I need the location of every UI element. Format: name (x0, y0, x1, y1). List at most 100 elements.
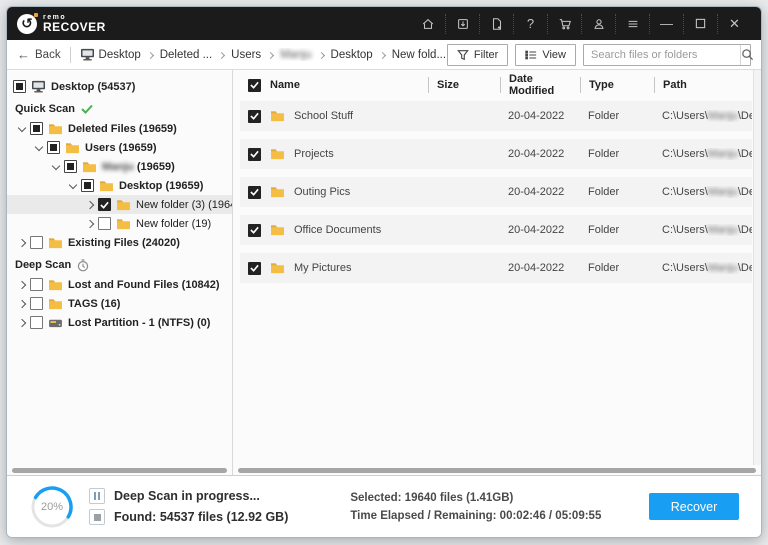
tree-item[interactable]: Lost and Found Files (10842) (7, 275, 232, 294)
collapse-chevron-icon[interactable] (69, 180, 77, 188)
tree-item[interactable]: Existing Files (24020) (7, 233, 232, 252)
file-date: 20-04-2022 (500, 110, 580, 122)
file-row[interactable]: School Stuff20-04-2022FolderC:\Users\Man… (240, 101, 752, 131)
checkbox-checked[interactable] (248, 224, 261, 237)
tree-item[interactable]: Desktop (19659) (7, 176, 232, 195)
folder-icon (270, 262, 285, 274)
expand-chevron-icon[interactable] (18, 299, 26, 307)
folder-icon (270, 148, 285, 160)
checkbox-partial[interactable] (30, 122, 43, 135)
tree-item[interactable]: Desktop (54537) (7, 77, 232, 96)
checkbox-checked[interactable] (248, 186, 261, 199)
selection-summary: Selected: 19640 files (1.41GB) Time Elap… (350, 492, 601, 522)
checkbox-empty[interactable] (30, 236, 43, 249)
save-session-icon[interactable] (445, 14, 479, 34)
checkbox-partial[interactable] (81, 179, 94, 192)
table-vscrollbar[interactable] (753, 70, 761, 465)
search-input[interactable] (584, 45, 740, 65)
search-box (583, 44, 751, 66)
file-row[interactable]: Outing Pics20-04-2022FolderC:\Users\Manj… (240, 177, 752, 207)
scrollbar-thumb[interactable] (12, 468, 227, 473)
tree-item[interactable]: Deleted Files (19659) (7, 119, 232, 138)
back-arrow-icon: ← (17, 47, 30, 62)
column-path[interactable]: Path (654, 77, 752, 93)
checkbox-checked[interactable] (248, 148, 261, 161)
file-row[interactable]: My Pictures20-04-2022FolderC:\Users\Manj… (240, 253, 752, 283)
back-button[interactable]: ← Back (17, 47, 61, 62)
file-name: Projects (294, 148, 334, 160)
tree-item[interactable]: Lost Partition - 1 (NTFS) (0) (7, 313, 232, 332)
tree-item[interactable]: Users (19659) (7, 138, 232, 157)
column-size[interactable]: Size (428, 77, 500, 93)
select-all-checkbox[interactable] (248, 79, 261, 92)
expand-chevron-icon[interactable] (18, 280, 26, 288)
table-hscrollbar[interactable] (233, 465, 761, 475)
sidebar-hscrollbar[interactable] (7, 465, 232, 475)
column-type[interactable]: Type (580, 77, 654, 93)
checkbox-checked[interactable] (248, 262, 261, 275)
checkbox-checked[interactable] (98, 198, 111, 211)
folder-icon (270, 224, 285, 236)
collapse-chevron-icon[interactable] (52, 161, 60, 169)
file-name: My Pictures (294, 262, 351, 274)
expand-chevron-icon[interactable] (86, 219, 94, 227)
tree-item[interactable]: New folder (19) (7, 214, 232, 233)
folder-icon (48, 237, 63, 249)
checkbox-empty[interactable] (98, 217, 111, 230)
minimize-button[interactable]: — (649, 14, 683, 34)
progress-percent: 20% (29, 484, 75, 530)
view-button[interactable]: View (515, 44, 576, 66)
file-row[interactable]: Projects20-04-2022FolderC:\Users\Manju\D… (240, 139, 752, 169)
column-date-modified[interactable]: Date Modified (500, 77, 580, 93)
maximize-button[interactable] (683, 14, 717, 34)
expand-chevron-icon[interactable] (18, 238, 26, 246)
menu-icon[interactable] (615, 14, 649, 34)
file-type: Folder (580, 224, 654, 236)
checkbox-empty[interactable] (30, 297, 43, 310)
tree-item[interactable]: TAGS (16) (7, 294, 232, 313)
checkbox-partial[interactable] (64, 160, 77, 173)
close-button[interactable]: ✕ (717, 14, 751, 34)
folder-icon (48, 123, 63, 135)
expand-chevron-icon[interactable] (86, 200, 94, 208)
breadcrumb-item[interactable]: New fold... (392, 49, 446, 61)
collapse-chevron-icon[interactable] (18, 123, 26, 131)
checkbox-partial[interactable] (47, 141, 60, 154)
help-icon[interactable]: ? (513, 14, 547, 34)
file-row[interactable]: Office Documents20-04-2022FolderC:\Users… (240, 215, 752, 245)
pause-button[interactable] (89, 488, 105, 504)
folder-icon (82, 161, 97, 173)
tree-item[interactable]: Manju (19659) (7, 157, 232, 176)
filter-button[interactable]: Filter (447, 44, 508, 66)
computer-icon (80, 48, 95, 61)
recover-button[interactable]: Recover (649, 493, 739, 520)
breadcrumb-item[interactable]: Users (231, 49, 261, 61)
column-name[interactable]: Name (270, 79, 300, 91)
checkbox-empty[interactable] (30, 316, 43, 329)
stop-button[interactable] (89, 509, 105, 525)
remo-logo-icon: ↺ (17, 14, 37, 34)
account-icon[interactable] (581, 14, 615, 34)
folder-icon (270, 110, 285, 122)
checkbox-partial[interactable] (13, 80, 26, 93)
folder-icon (65, 142, 80, 154)
checkbox-empty[interactable] (30, 278, 43, 291)
breadcrumb-item[interactable]: Manju (280, 49, 311, 61)
selected-files-text: Selected: 19640 files (1.41GB) (350, 492, 601, 504)
file-name: School Stuff (294, 110, 353, 122)
scrollbar-thumb[interactable] (238, 468, 756, 473)
file-date: 20-04-2022 (500, 148, 580, 160)
search-icon[interactable] (740, 45, 754, 65)
file-name: Office Documents (294, 224, 381, 236)
file-date: 20-04-2022 (500, 262, 580, 274)
new-file-icon[interactable] (479, 14, 513, 34)
home-icon[interactable] (411, 14, 445, 34)
breadcrumb-item[interactable]: Desktop (331, 49, 373, 61)
collapse-chevron-icon[interactable] (35, 142, 43, 150)
cart-icon[interactable] (547, 14, 581, 34)
checkbox-checked[interactable] (248, 110, 261, 123)
breadcrumb-item[interactable]: Deleted ... (160, 49, 212, 61)
expand-chevron-icon[interactable] (18, 318, 26, 326)
tree-item[interactable]: New folder (3) (19640) (7, 195, 232, 214)
breadcrumb-item[interactable]: Desktop (80, 48, 141, 61)
